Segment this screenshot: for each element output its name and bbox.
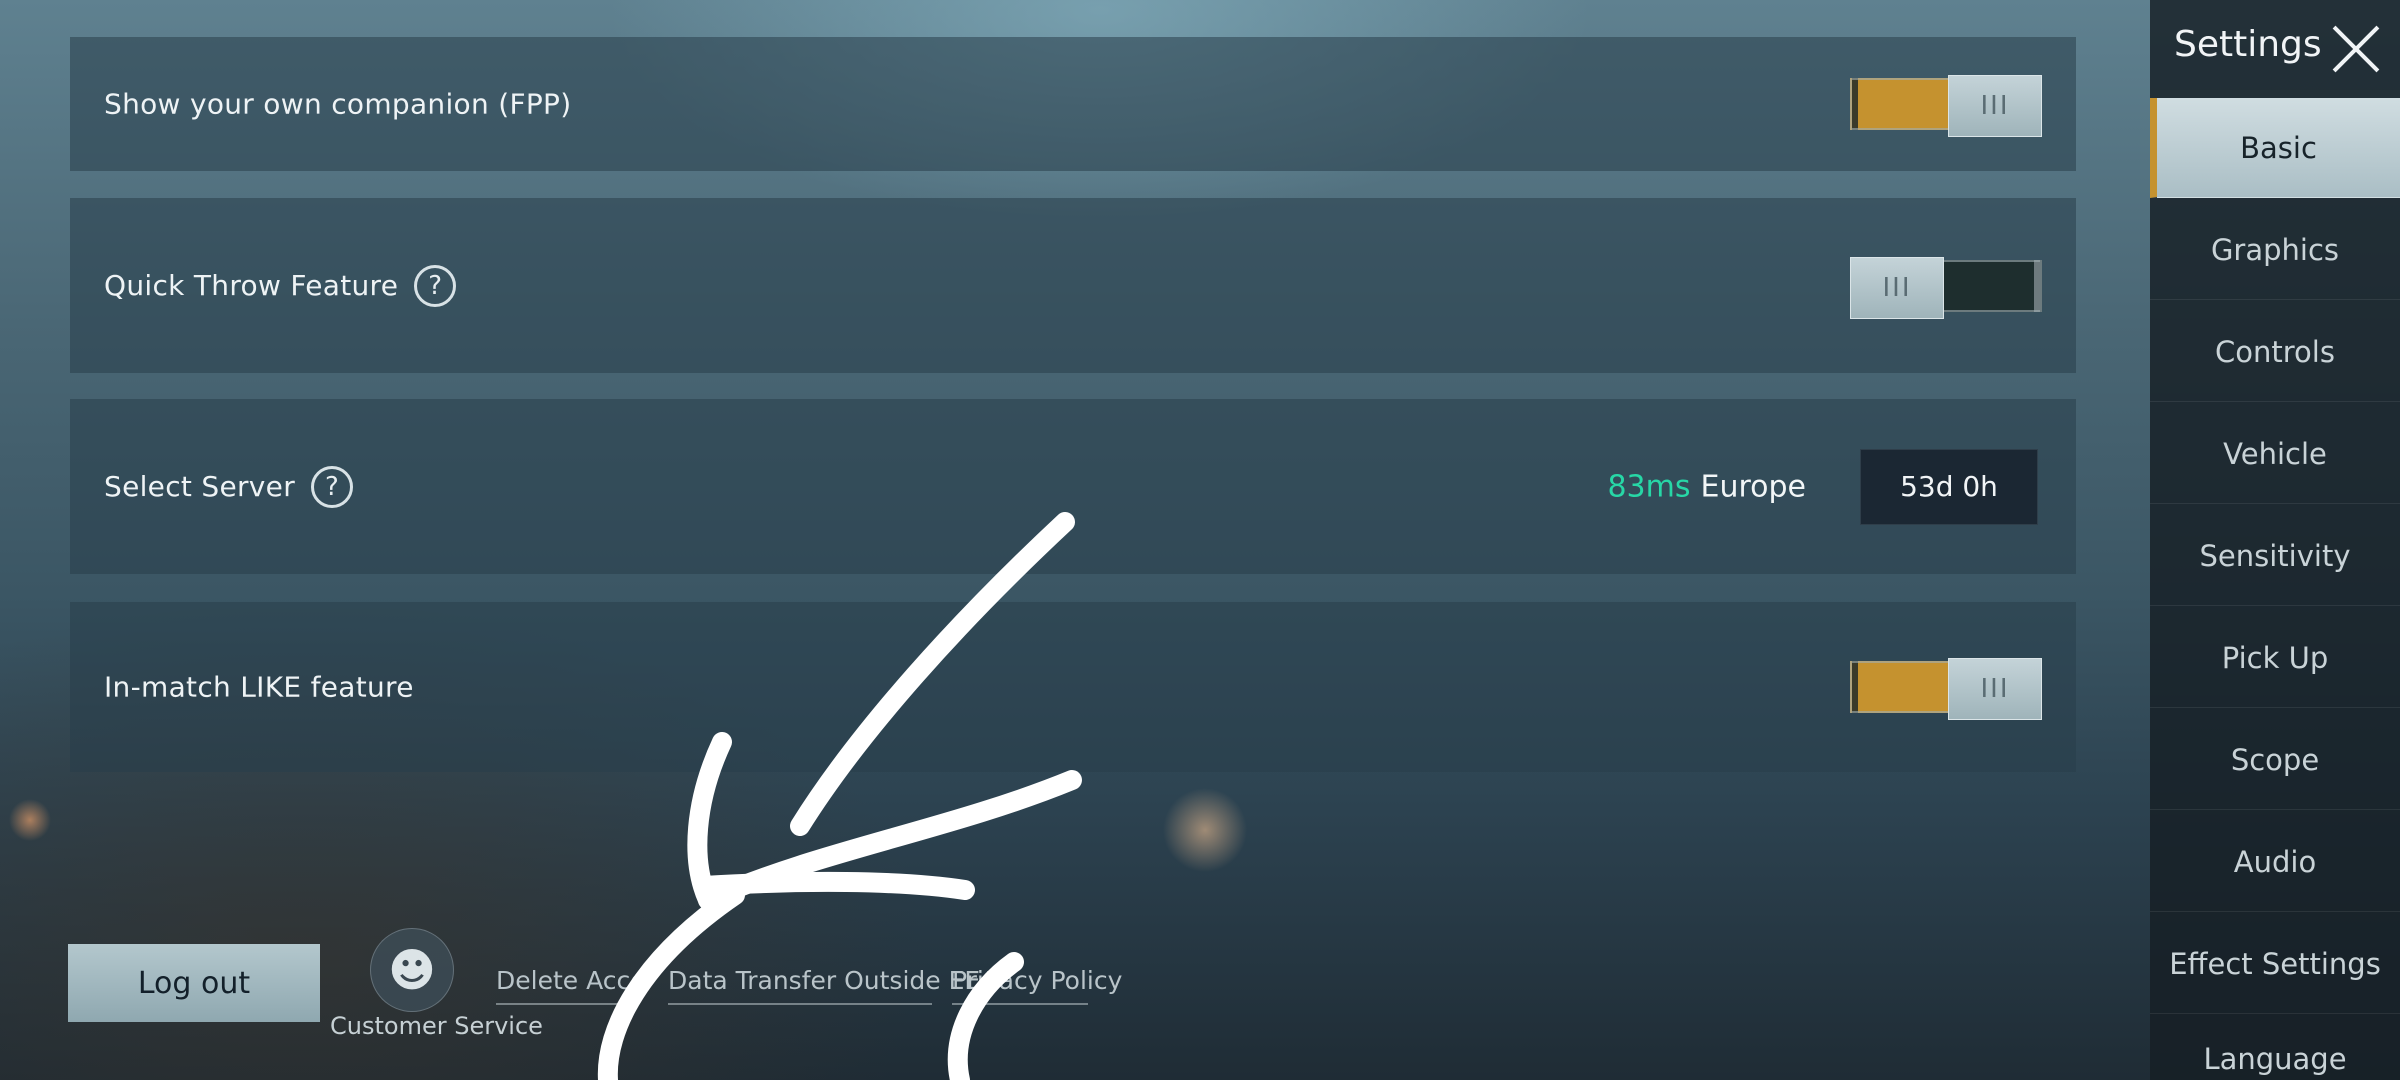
server-time-button[interactable]: 53d 0h (1860, 448, 2038, 525)
nav-graphics[interactable]: Graphics (2150, 200, 2400, 300)
toggle-knob: III (1948, 75, 2042, 137)
delete-account-link[interactable]: Delete Account (496, 966, 638, 1005)
quick-throw-toggle[interactable]: III (1850, 256, 2042, 319)
server-region: Europe (1700, 469, 1807, 504)
companion-toggle[interactable]: III (1850, 75, 2042, 137)
server-label: Select Server ? (104, 465, 353, 508)
help-icon[interactable]: ? (311, 465, 353, 508)
nav-language[interactable]: Language (2150, 1016, 2400, 1080)
setting-row-like: In-match LIKE feature III (70, 602, 2076, 772)
nav-controls[interactable]: Controls (2150, 302, 2400, 402)
privacy-policy-link[interactable]: Privacy Policy (952, 966, 1122, 1005)
setting-row-server: Select Server ? 83ms Europe 53d 0h (70, 399, 2076, 574)
quick-throw-label: Quick Throw Feature ? (104, 264, 457, 307)
toggle-knob: III (1948, 658, 2042, 720)
customer-service-label[interactable]: Customer Service (330, 1012, 543, 1040)
nav-vehicle[interactable]: Vehicle (2150, 404, 2400, 504)
setting-row-companion: Show your own companion (FPP) III (70, 37, 2076, 171)
ping-value: 83ms (1607, 469, 1691, 504)
settings-title: Settings (2174, 24, 2322, 65)
headset-icon[interactable]: ☻ (370, 928, 454, 1012)
companion-label: Show your own companion (FPP) (104, 87, 572, 121)
nav-basic[interactable]: Basic (2150, 98, 2400, 198)
nav-sensitivity[interactable]: Sensitivity (2150, 506, 2400, 606)
server-ping[interactable]: 83ms Europe (1607, 469, 1806, 504)
nav-scope[interactable]: Scope (2150, 710, 2400, 810)
help-icon[interactable]: ? (414, 264, 457, 307)
nav-effect-settings[interactable]: Effect Settings (2150, 914, 2400, 1014)
toggle-knob: III (1850, 256, 1944, 319)
nav-pick-up[interactable]: Pick Up (2150, 608, 2400, 708)
logout-button[interactable]: Log out (68, 944, 320, 1022)
like-toggle[interactable]: III (1850, 658, 2042, 720)
nav-audio[interactable]: Audio (2150, 812, 2400, 912)
close-icon[interactable] (2328, 20, 2384, 76)
data-transfer-link[interactable]: Data Transfer Outside EEA (668, 966, 997, 1005)
like-label: In-match LIKE feature (104, 670, 414, 704)
setting-row-quick-throw: Quick Throw Feature ? III (70, 198, 2076, 373)
